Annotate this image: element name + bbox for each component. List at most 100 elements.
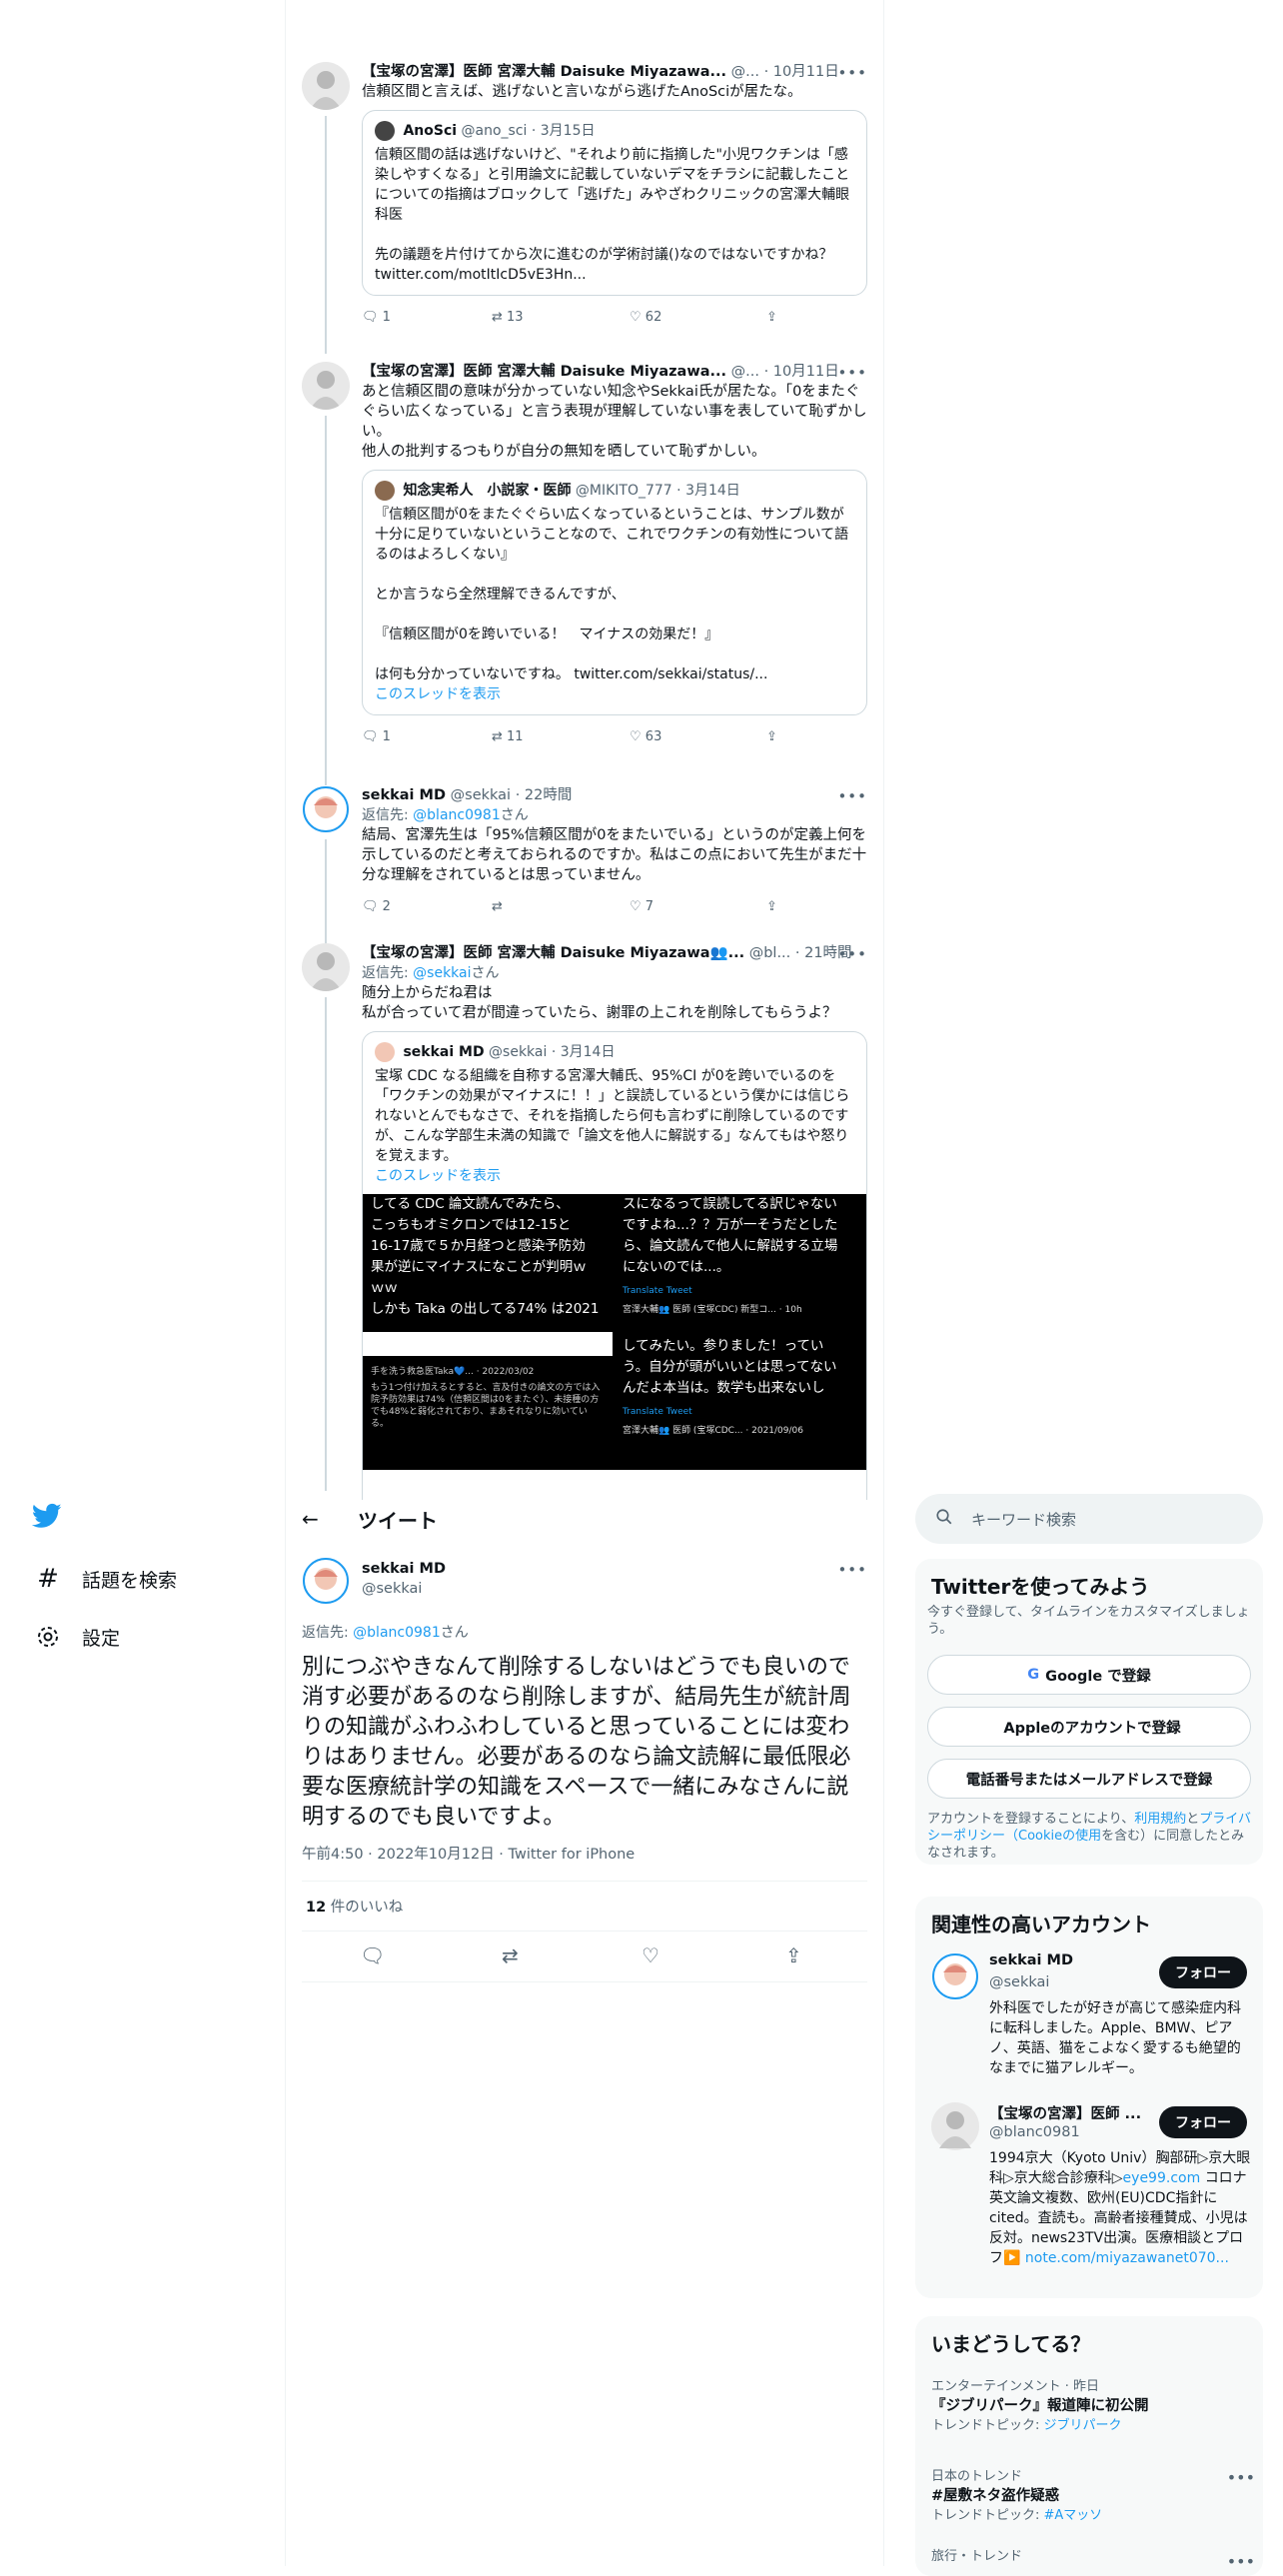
image-text: もう1つ付け加えるとすると、言及付きの論文の方では入院予防効果は74%（信頼区間… [371, 1383, 601, 1429]
more-options-icon[interactable]: ••• [837, 64, 867, 82]
author-handle[interactable]: @... [731, 64, 759, 80]
trend-item[interactable]: 旅行・トレンド ••• [931, 2548, 1255, 2571]
retweet-button[interactable]: ⇄ [492, 897, 503, 917]
thread-tweet-1[interactable]: 【宝塚の宮澤】医師 宮澤大輔 Daisuke Miyazawa... @... … [302, 62, 867, 334]
quoted-tweet[interactable]: AnoSci @ano_sci · 3月15日 信頼区間の話は逃げないけど、"そ… [362, 110, 867, 296]
share-icon[interactable]: ⇪ [766, 308, 777, 328]
tweet-text: 信頼区間と言えば、逃げないと言いながら逃げたAnoSciが居たな。 [362, 84, 802, 100]
author-handle[interactable]: @sekkai [451, 787, 511, 803]
quote-image-2[interactable]: スになるって誤読してる訳じゃない ですよね...？？万が一そうだとした ら、論文… [615, 1194, 866, 1330]
nav-settings[interactable]: 設定 [34, 1617, 120, 1657]
reply-button[interactable]: 🗨 1 [362, 727, 391, 747]
terms-link[interactable]: 利用規約 [1134, 1812, 1186, 1827]
author-name[interactable]: 【宝塚の宮澤】医師 宮澤大輔 Daisuke Miyazawa... [362, 364, 726, 380]
reply-to-link[interactable]: @blanc0981 [353, 1625, 441, 1641]
quote-image-grid[interactable]: してる CDC 論文読んでみたら、 こっちもオミクロンでは12-15と 16-1… [363, 1194, 866, 1470]
account-handle[interactable]: @blanc0981 [989, 2124, 1080, 2140]
retweet-icon[interactable]: ⇄ [502, 1943, 519, 1967]
avatar[interactable] [931, 2102, 979, 2150]
follow-button[interactable]: フォロー [1159, 1956, 1247, 1988]
retweet-button[interactable]: ⇄ 13 [492, 308, 524, 328]
share-icon[interactable]: ⇪ [785, 1943, 802, 1967]
tweet-text: 結局、宮澤先生は「95%信頼区間が0をまたいでいる」というのが定義上何を示してい… [362, 827, 867, 883]
tweet-text: 別につぶやきなんて削除するしないはどうでも良いので消す必要があるのなら削除します… [302, 1655, 851, 1830]
search-box[interactable]: キーワード検索 [915, 1494, 1263, 1544]
quote-image-3[interactable]: 手を洗う救急医Taka💙... · 2022/03/02 もう1つ付け加えるとす… [363, 1332, 613, 1470]
bio-link[interactable]: eye99.com [1123, 2170, 1201, 2186]
tweet-time[interactable]: · 10月11日 [764, 64, 839, 80]
twitter-logo-icon[interactable] [31, 1501, 64, 1533]
retweet-button[interactable]: ⇄ 11 [492, 727, 524, 747]
more-options-icon[interactable]: ••• [837, 945, 867, 963]
thread-tweet-2[interactable]: 【宝塚の宮澤】医師 宮澤大輔 Daisuke Miyazawa... @... … [302, 362, 867, 753]
related-account-item[interactable]: sekkai MD @sekkai フォロー 外科医でしたが好きが高じて感染症内… [915, 1952, 1263, 2102]
bio-link[interactable]: note.com/miyazawanet070... [1025, 2250, 1229, 2266]
thread-tweet-3[interactable]: sekkai MD @sekkai · 22時間 ••• 返信先: @blanc… [302, 785, 867, 923]
reply-count: 2 [382, 899, 391, 914]
image-text: してみたい。参りました！ってい う。自分が頭がいいとは思ってない んだよ本当は。… [623, 1338, 837, 1396]
quote-time: · 3月15日 [531, 123, 596, 139]
avatar[interactable] [302, 362, 350, 410]
avatar[interactable] [931, 1952, 979, 2000]
avatar[interactable] [302, 943, 350, 991]
author-name[interactable]: sekkai MD [362, 787, 446, 803]
avatar[interactable] [302, 1557, 350, 1605]
more-options-icon[interactable]: ••• [837, 1561, 867, 1579]
nav-explore[interactable]: # 話題を検索 [34, 1559, 177, 1599]
account-name[interactable]: 【宝塚の宮澤】医師 ... [989, 2102, 1141, 2123]
phone-email-signup-button[interactable]: 電話番号またはメールアドレスで登録 [927, 1759, 1251, 1799]
author-name[interactable]: sekkai MD [362, 1559, 867, 1579]
like-button[interactable]: ♡ 7 [630, 897, 653, 917]
hashtag-icon: # [37, 1564, 59, 1594]
google-signup-button[interactable]: G Google で登録 [927, 1655, 1251, 1695]
back-arrow-icon[interactable]: ← [302, 1507, 319, 1531]
author-handle[interactable]: @... [731, 364, 759, 380]
author-name[interactable]: 【宝塚の宮澤】医師 宮澤大輔 Daisuke Miyazawa👥... [362, 945, 744, 961]
more-options-icon[interactable]: ••• [837, 787, 867, 805]
account-name[interactable]: sekkai MD [989, 1952, 1073, 1968]
share-icon[interactable]: ⇪ [766, 897, 777, 917]
author-handle[interactable]: @sekkai [362, 1579, 867, 1599]
quoted-tweet[interactable]: sekkai MD @sekkai · 3月14日 宝塚 CDC なる組織を自称… [362, 1031, 867, 1500]
show-thread-link[interactable]: このスレッドを表示 [375, 1166, 854, 1186]
more-options-icon[interactable]: ••• [837, 364, 867, 382]
search-input[interactable]: キーワード検索 [971, 1509, 1076, 1530]
trend-item[interactable]: 日本のトレンド #屋敷ネタ盗作疑惑 トレンドトピック: #Aマッソ ••• [931, 2468, 1255, 2524]
author-handle[interactable]: @bl... [749, 945, 791, 961]
reply-to-link[interactable]: @blanc0981 [413, 807, 501, 823]
tweet-source[interactable]: Twitter for iPhone [509, 1847, 636, 1863]
like-button[interactable]: ♡ 63 [630, 727, 661, 747]
apple-signup-button[interactable]: Appleのアカウントで登録 [927, 1707, 1251, 1747]
thread-tweet-4[interactable]: 【宝塚の宮澤】医師 宮澤大輔 Daisuke Miyazawa👥... @bl.… [302, 943, 867, 1500]
more-options-icon[interactable]: ••• [1227, 2468, 1255, 2487]
tweet-time[interactable]: · 22時間 [516, 787, 573, 803]
quote-image-1[interactable]: してる CDC 論文読んでみたら、 こっちもオミクロンでは12-15と 16-1… [363, 1194, 613, 1330]
like-icon[interactable]: ♡ [642, 1943, 659, 1967]
author-name[interactable]: 【宝塚の宮澤】医師 宮澤大輔 Daisuke Miyazawa... [362, 64, 726, 80]
account-handle[interactable]: @sekkai [989, 1974, 1049, 1990]
page-title: ツイート [358, 1509, 438, 1533]
reply-button[interactable]: 🗨 1 [362, 308, 391, 328]
avatar[interactable] [302, 785, 350, 833]
quote-image-4[interactable]: してみたい。参りました！ってい う。自分が頭がいいとは思ってない んだよ本当は。… [615, 1332, 866, 1470]
share-icon[interactable]: ⇪ [766, 727, 777, 747]
follow-button[interactable]: フォロー [1159, 2106, 1247, 2138]
reply-to-link[interactable]: @sekkai [413, 965, 471, 981]
avatar[interactable] [302, 62, 350, 110]
like-button[interactable]: ♡ 62 [630, 308, 661, 328]
trend-item[interactable]: エンターテインメント · 昨日 『ジブリパーク』報道陣に初公開 トレンドトピック… [931, 2378, 1251, 2434]
show-thread-link[interactable]: このスレッドを表示 [375, 684, 854, 704]
more-options-icon[interactable]: ••• [1227, 2552, 1255, 2571]
related-accounts-card: 関連性の高いアカウント sekkai MD @sekkai フォロー 外科医でし… [915, 1897, 1263, 2298]
related-title: 関連性の高いアカウント [931, 1913, 1151, 1936]
thread-connector [325, 416, 327, 785]
quoted-tweet[interactable]: 知念実希人 小説家・医師 @MIKITO_777 · 3月14日 『信頼区間が0… [362, 470, 867, 715]
gear-icon [34, 1623, 62, 1651]
replying-to: 返信先: @blanc0981さん [362, 807, 529, 823]
reply-icon[interactable]: 🗨 [360, 1943, 385, 1967]
reply-button[interactable]: 🗨 2 [362, 897, 391, 917]
related-account-item[interactable]: 【宝塚の宮澤】医師 ... @blanc0981 フォロー 1994京大（Kyo… [915, 2102, 1263, 2292]
tweet-time[interactable]: · 10月11日 [764, 364, 839, 380]
likes-summary[interactable]: 12 件のいいね [302, 1881, 867, 1931]
tweet-time[interactable]: 午前4:50 · 2022年10月12日 [302, 1847, 495, 1863]
